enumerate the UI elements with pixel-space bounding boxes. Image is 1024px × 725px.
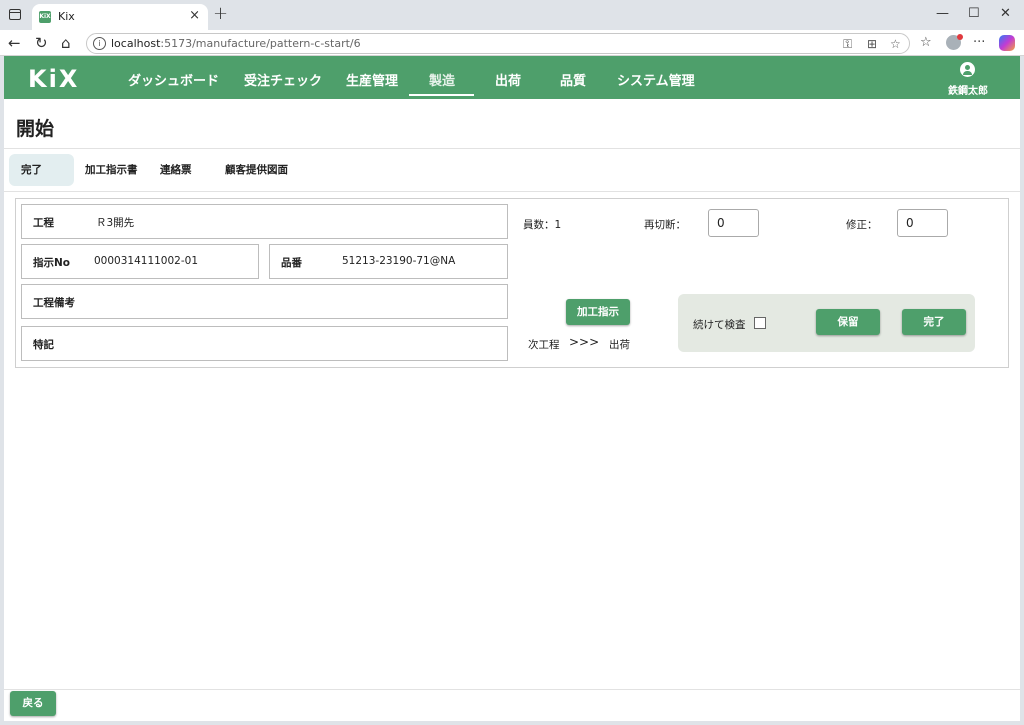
page-title: 開始 <box>16 118 55 140</box>
divider <box>4 148 1020 149</box>
browser-tabbar: KiX Kix × + — ☐ ✕ <box>0 0 1024 30</box>
nav-production[interactable]: 生産管理 <box>346 70 398 89</box>
continue-inspect-label: 続けて検査 <box>693 319 746 331</box>
work-instruction-button[interactable]: 加工指示 <box>566 299 630 325</box>
nav-manufacture[interactable]: 製造 <box>429 70 455 89</box>
fix-input[interactable]: 0 <box>897 209 948 237</box>
address-bar[interactable]: i localhost:5173/manufacture/pattern-c-s… <box>86 33 910 54</box>
browser-tab[interactable]: KiX Kix × <box>32 4 208 30</box>
process-value: Ｒ3開先 <box>96 217 135 229</box>
action-box: 続けて検査 保留 完了 <box>678 294 975 352</box>
footer-divider <box>4 689 1020 690</box>
count-text: 員数：1 <box>523 219 562 231</box>
order-no-field: 指示No 0000314111002-01 <box>21 244 259 279</box>
copilot-icon[interactable] <box>999 35 1015 51</box>
subtab-work-instruction[interactable]: 加工指示書 <box>85 154 138 186</box>
continue-inspect-checkbox[interactable] <box>754 317 766 329</box>
profile-avatar-icon[interactable] <box>946 34 963 50</box>
home-icon[interactable]: ⌂ <box>61 34 71 52</box>
process-field: 工程 Ｒ3開先 <box>21 204 508 239</box>
app-install-icon[interactable]: ⊞ <box>867 37 877 51</box>
url-text: localhost:5173/manufacture/pattern-c-sta… <box>111 37 361 50</box>
fix-label: 修正： <box>846 219 878 231</box>
user-icon[interactable] <box>960 62 975 77</box>
nav-quality[interactable]: 品質 <box>560 70 586 89</box>
complete-button[interactable]: 完了 <box>902 309 966 335</box>
order-no-label: 指示No <box>33 257 71 269</box>
maximize-icon[interactable]: ☐ <box>968 6 980 21</box>
back-icon[interactable]: ← <box>8 34 21 52</box>
part-no-field: 品番 51213-23190-71@NA <box>269 244 508 279</box>
process-note-label: 工程備考 <box>33 297 75 309</box>
hold-button[interactable]: 保留 <box>816 309 880 335</box>
info-icon[interactable]: i <box>93 37 106 50</box>
nav-system[interactable]: システム管理 <box>617 70 695 89</box>
window-menu-icon[interactable] <box>9 9 21 20</box>
favicon-icon: KiX <box>39 11 51 23</box>
tab-title: Kix <box>58 10 75 23</box>
nav-shipping[interactable]: 出荷 <box>495 70 521 89</box>
close-tab-icon[interactable]: × <box>189 8 200 23</box>
process-label: 工程 <box>33 217 54 229</box>
nav-order-check[interactable]: 受注チェック <box>244 70 322 89</box>
back-button[interactable]: 戻る <box>10 691 56 716</box>
next-process-value: 出荷 <box>609 339 630 351</box>
close-window-icon[interactable]: ✕ <box>1000 6 1011 21</box>
recut-input[interactable]: 0 <box>708 209 759 237</box>
browser-toolbar: ← ↻ ⌂ i localhost:5173/manufacture/patte… <box>0 30 1024 56</box>
favorites-icon[interactable]: ☆ <box>920 35 932 50</box>
subtab-contact-sheet[interactable]: 連絡票 <box>160 154 192 186</box>
special-note-label: 特記 <box>33 339 54 351</box>
part-no-value: 51213-23190-71@NA <box>342 255 456 267</box>
key-icon[interactable]: ⚿ <box>843 37 852 52</box>
special-note-field: 特記 <box>21 326 508 361</box>
nav-dashboard[interactable]: ダッシュボード <box>128 70 219 89</box>
nav-active-underline <box>409 94 474 96</box>
app-header: KiX ダッシュボード 受注チェック 生産管理 製造 出荷 品質 システム管理 … <box>4 56 1020 99</box>
divider <box>4 191 1020 192</box>
next-process-arrow: >>> <box>569 335 600 349</box>
user-name[interactable]: 鉄鋼太郎 <box>948 82 988 97</box>
kix-logo[interactable]: KiX <box>28 65 79 93</box>
part-no-label: 品番 <box>281 257 302 269</box>
app-root: KiX ダッシュボード 受注チェック 生産管理 製造 出荷 品質 システム管理 … <box>4 56 1020 721</box>
subtab-complete[interactable]: 完了 <box>9 154 74 186</box>
favorite-star-icon[interactable]: ☆ <box>890 37 901 51</box>
more-menu-icon[interactable]: ··· <box>973 35 985 50</box>
order-no-value: 0000314111002-01 <box>94 255 198 267</box>
next-process-label: 次工程 <box>528 339 560 351</box>
new-tab-icon[interactable]: + <box>213 3 228 24</box>
reload-icon[interactable]: ↻ <box>35 34 48 52</box>
recut-label: 再切断： <box>644 219 686 231</box>
process-note-field: 工程備考 <box>21 284 508 319</box>
subtab-customer-drawing[interactable]: 顧客提供図面 <box>225 154 288 186</box>
minimize-icon[interactable]: — <box>936 6 949 21</box>
